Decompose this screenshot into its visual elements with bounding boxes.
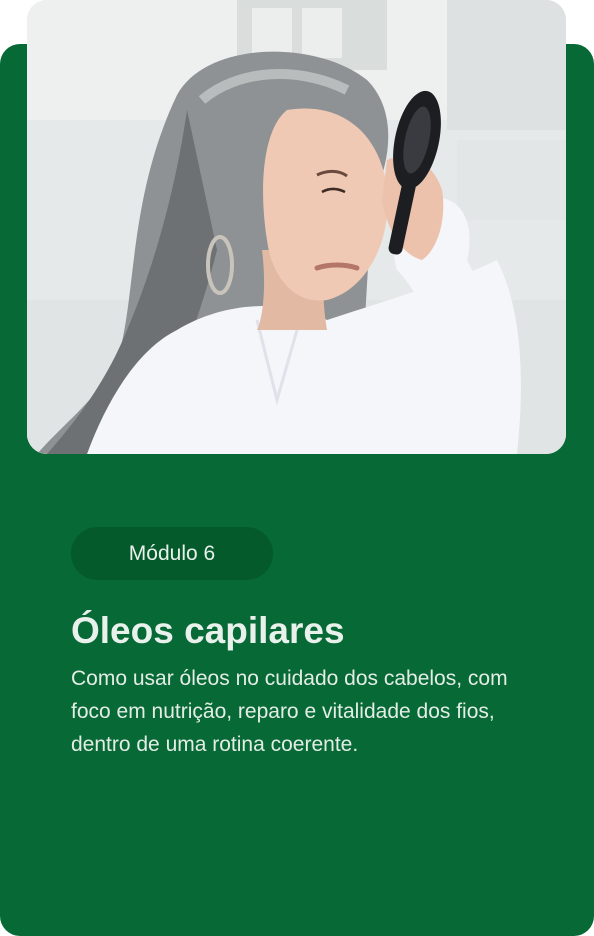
module-cover-photo: [27, 0, 566, 454]
module-title: Óleos capilares: [71, 610, 345, 651]
module-number-badge: Módulo 6: [71, 527, 273, 580]
module-card-container: Módulo 6 Óleos capilares Como usar óleos…: [0, 0, 594, 936]
module-number-label: Módulo 6: [128, 541, 216, 565]
module-description: Como usar óleos no cuidado dos cabelos, …: [71, 667, 508, 756]
